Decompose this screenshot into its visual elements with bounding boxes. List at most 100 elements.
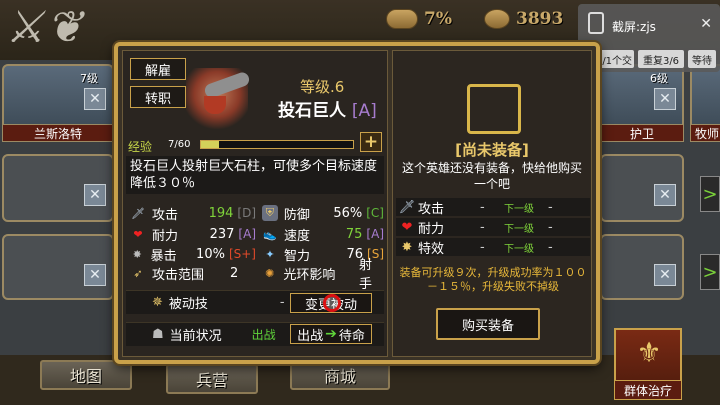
notification-tab[interactable]: 等待 [688, 50, 716, 68]
empty-hero-slot[interactable]: ✕ [2, 154, 114, 222]
hero-name: 护卫 [600, 124, 684, 142]
equip-next-label: 下一级 [504, 223, 534, 235]
empty-hero-slot[interactable]: ✕ [600, 234, 684, 300]
bulb-icon: ✦ [265, 247, 275, 261]
stat-grade: [S+] [228, 247, 256, 261]
equip-next-value: - [548, 239, 553, 255]
winged-boot-icon: 👟 [263, 227, 277, 241]
hero-name: 牧师 [690, 124, 720, 142]
stat-label: 速度 [284, 228, 311, 244]
buy-equipment-button[interactable]: 购买装备 [436, 308, 540, 340]
status-label: 当前状况 [169, 329, 222, 344]
standby-label: 待命 [338, 328, 365, 344]
aura-icon: ✺ [265, 266, 275, 280]
resource-spyglass-value: 7% [424, 9, 452, 29]
close-icon[interactable]: ✕ [700, 16, 712, 32]
hero-card-lancelot[interactable]: 7级 ✕ 兰斯洛特 [2, 64, 114, 142]
stat-label: 智力 [284, 248, 311, 264]
notification-title: 截屏:zjs [612, 20, 656, 34]
phone-icon [588, 12, 604, 34]
hero-card-guard[interactable]: 6级 ✕ 护卫 [600, 64, 684, 142]
sword-icon: 🗡 [398, 199, 416, 215]
equip-next-value: - [548, 199, 553, 215]
equip-stat-attack: 🗡 攻击 - 下一级 - [396, 198, 590, 217]
sword-icon: 🗡 [131, 206, 145, 220]
equip-stat-value: - [480, 219, 485, 235]
beard-icon [204, 96, 226, 114]
stat-crit: ✸ 暴击 10% [S+] [130, 244, 256, 264]
stat-defense: ⛨ 防御 56% [C] [262, 203, 384, 223]
stat-aura: ✺ 光环影响 射手 [262, 258, 384, 292]
dismiss-x-icon[interactable]: ✕ [84, 88, 106, 110]
stat-label: 光环影响 [283, 267, 336, 283]
stat-value: 射手 [358, 258, 372, 292]
equipment-title: [尚未装备] [455, 141, 529, 159]
next-page-arrow-icon[interactable]: > [700, 176, 720, 212]
nav-shop-button[interactable]: 商城 [290, 360, 390, 390]
spyglass-icon [386, 9, 418, 29]
hero-level: 7级 [80, 72, 98, 85]
deploy-label: 出战 [297, 328, 324, 344]
passive-label: 被动技 [168, 297, 208, 312]
hero-card-priest[interactable]: 牧师 [690, 64, 720, 142]
exp-progress-fill [201, 141, 219, 148]
empty-slot-icon: ✕ [84, 184, 106, 206]
notification-tab[interactable]: 重复3/6 [638, 50, 684, 68]
equip-stat-label: 攻击 [418, 201, 445, 217]
empty-hero-slot[interactable]: ✕ [2, 234, 114, 300]
status-value: 出战 [251, 328, 276, 342]
touch-cursor-icon [323, 294, 341, 312]
stat-attack: 🗡 攻击 194 [D] [130, 203, 256, 223]
stat-grade: [A] [238, 227, 256, 241]
stat-label: 暴击 [150, 248, 177, 264]
exp-value: 7/60 [168, 139, 191, 150]
equip-stat-label: 耐力 [418, 221, 445, 237]
equipment-slot[interactable] [467, 84, 521, 134]
nav-barracks-button[interactable]: 兵营 [166, 364, 258, 394]
crit-burst-icon: ✸ [132, 247, 142, 261]
equip-stat-label: 特效 [418, 241, 445, 257]
arrow-right-icon: ➔ [325, 326, 337, 342]
job-change-button[interactable]: 转职 [130, 86, 186, 108]
resource-gold: 3893 [484, 6, 563, 32]
bow-icon: ➶ [133, 266, 143, 280]
empty-hero-slot[interactable]: ✕ [600, 154, 684, 222]
equip-next-value: - [548, 219, 553, 235]
unit-rank: [A] [351, 101, 377, 121]
unit-name-line: 投石巨人 [A] [278, 96, 377, 121]
group-heal-label: 群体治疗 [614, 380, 682, 400]
equip-stat-effect: ✸ 特效 - 下一级 - [396, 238, 590, 257]
unit-level: 等级.6 [300, 78, 345, 96]
heal-shield-icon: ⚜ [636, 336, 662, 369]
heart-icon: ❤ [133, 227, 143, 241]
add-exp-button[interactable]: + [360, 132, 382, 152]
equip-stat-value: - [480, 199, 485, 215]
dismiss-x-icon[interactable]: ✕ [654, 88, 676, 110]
equip-next-label: 下一级 [504, 243, 534, 255]
stat-range: ➶ 攻击范围 2 [130, 263, 256, 283]
stat-value: 75 [345, 226, 363, 242]
effect-star-icon: ✸ [401, 239, 413, 255]
unit-portrait [186, 68, 252, 134]
group-heal-button[interactable]: ⚜ 群体治疗 [614, 328, 682, 400]
hero-level: 6级 [650, 72, 668, 85]
stat-value: 56% [333, 205, 363, 221]
passive-skill-icon: ✵ [152, 295, 163, 310]
stat-label: 攻击范围 [152, 267, 205, 283]
deploy-toggle-button[interactable]: 出战 ➔ 待命 [290, 324, 372, 344]
nav-map-button[interactable]: 地图 [40, 360, 132, 390]
dismiss-button[interactable]: 解雇 [130, 58, 186, 80]
stat-value: 237 [209, 226, 235, 242]
stat-value: 2 [230, 265, 239, 281]
empty-slot-icon: ✕ [84, 264, 106, 286]
heart-icon: ❤ [401, 219, 413, 235]
stat-grade: [C] [366, 206, 384, 220]
stat-value: 10% [196, 246, 225, 262]
next-page-arrow-icon[interactable]: > [700, 254, 720, 290]
status-icon: ☗ [152, 327, 164, 342]
empty-slot-icon: ✕ [654, 264, 676, 286]
stat-label: 攻击 [152, 207, 179, 223]
gold-coin-icon [484, 9, 510, 29]
stat-label: 防御 [283, 207, 310, 223]
unit-description: 投石巨人投射巨大石柱，可使多个目标速度降低３０％ [126, 156, 384, 194]
